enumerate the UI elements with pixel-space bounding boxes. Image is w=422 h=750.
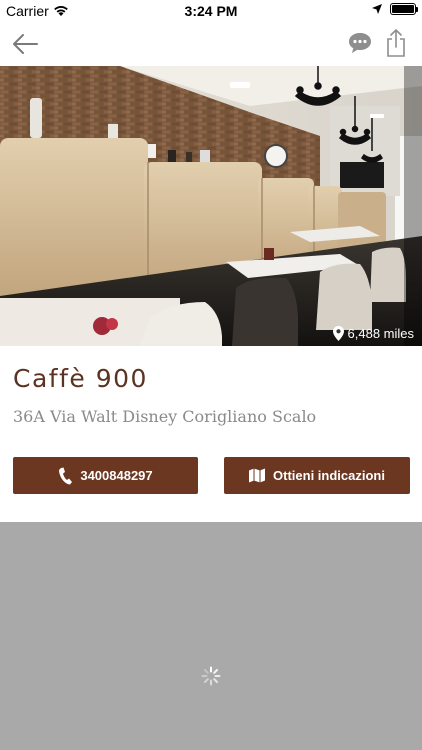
phone-icon [59,467,73,484]
status-bar: Carrier 3:24 PM [0,0,422,22]
status-right [372,3,418,15]
directions-label: Ottieni indicazioni [273,468,385,483]
distance-label: 6,488 miles [347,326,414,341]
call-button[interactable]: 3400848297 [13,457,198,494]
hero-photo: 6,488 miles [0,66,422,346]
status-time: 3:24 PM [184,3,238,19]
location-arrow-icon [372,4,382,14]
battery-icon [390,3,418,15]
arrow-left-icon[interactable] [10,30,40,58]
cafe-interior-illustration [0,66,422,346]
place-name: Caffè 900 [13,364,148,393]
place-info: Caffè 900 36A Via Walt Disney Corigliano… [0,346,422,522]
place-address: 36A Via Walt Disney Corigliano Scalo [13,407,317,426]
share-icon[interactable] [384,28,408,58]
directions-button[interactable]: Ottieni indicazioni [224,457,410,494]
map-icon [249,468,266,483]
distance-badge: 6,488 miles [332,326,414,341]
nav-bar [0,22,422,66]
map-placeholder[interactable] [0,522,422,750]
chat-bubble-icon[interactable] [347,31,373,55]
location-pin-icon [332,326,344,341]
call-label: 3400848297 [80,468,153,483]
loading-spinner-icon [201,666,221,686]
